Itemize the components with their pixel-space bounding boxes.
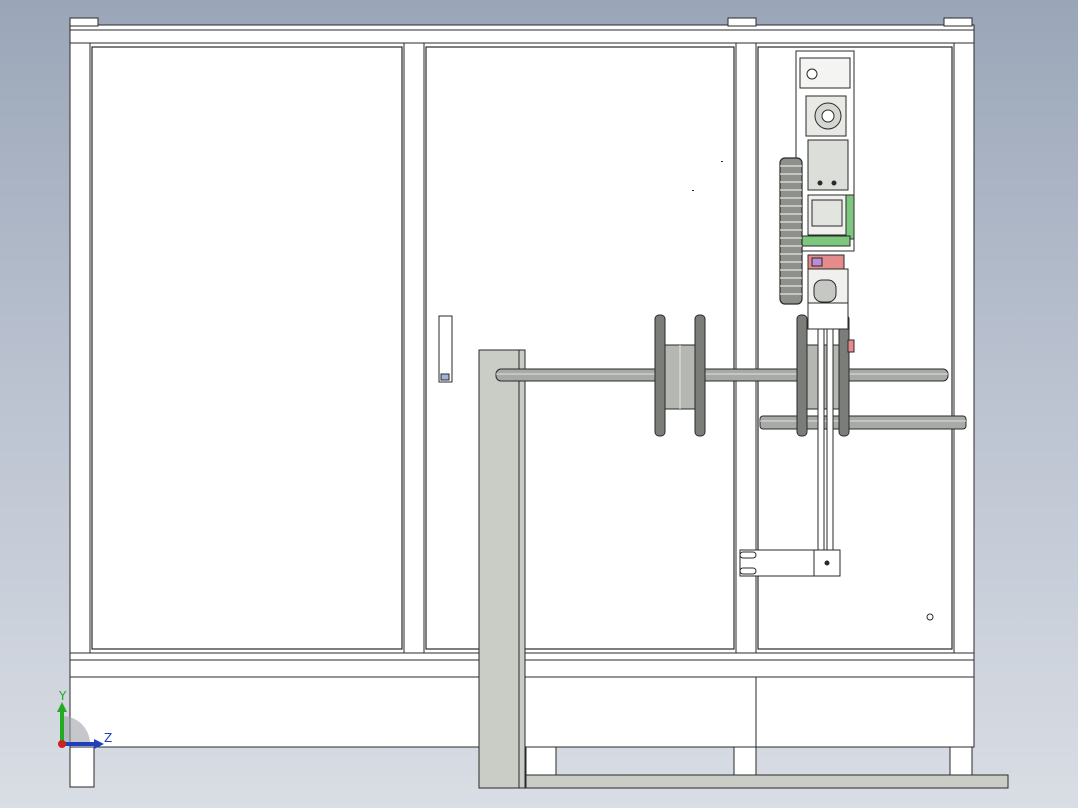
cabinet-top-rail [69,17,975,44]
base-plate [525,774,1009,789]
machine-front-view-drawing: Y Z [57,17,1009,789]
triad-y-label: Y [58,689,67,703]
lower-shaft [759,415,967,430]
triad-x-label: Z [104,731,112,745]
rod-bracket [739,549,841,577]
cad-viewport[interactable]: Y Z [0,0,1078,808]
door-handle [438,315,453,383]
support-column [478,349,526,789]
tension-spring [779,157,803,305]
upper-shaft [495,368,949,382]
panel-hole [926,613,934,621]
left-panel [91,46,403,650]
